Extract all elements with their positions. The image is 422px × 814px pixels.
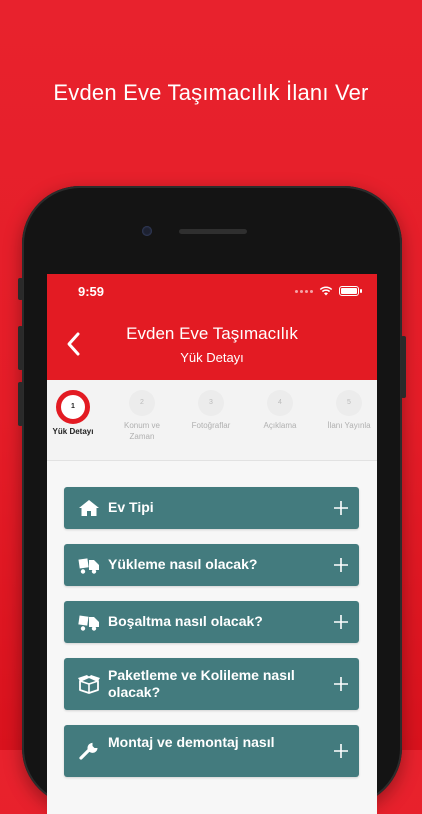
- page-subtitle: Yük Detayı: [180, 350, 244, 365]
- phone-mute-switch: [18, 278, 23, 300]
- step-ilani-yayinla[interactable]: 5 İlanı Yayınla: [315, 390, 377, 431]
- phone-screen: 9:59 Evden Eve Taşımacılık Yük Detayı 1 …: [47, 274, 377, 814]
- status-time: 9:59: [78, 284, 105, 299]
- plus-icon: [334, 501, 348, 515]
- step-number: 3: [198, 390, 224, 416]
- step-number: 1: [56, 390, 90, 424]
- section-yukleme[interactable]: Yükleme nasıl olacak?: [64, 544, 359, 586]
- plus-icon: [334, 744, 348, 758]
- section-label: Boşaltma nasıl olacak?: [108, 613, 263, 629]
- battery-icon: [339, 286, 362, 296]
- wrench-icon: [79, 742, 98, 760]
- status-icons: [295, 286, 362, 296]
- plus-icon: [334, 677, 348, 691]
- page-title: Evden Eve Taşımacılık: [126, 324, 298, 343]
- step-number: 4: [267, 390, 293, 416]
- section-label: Yükleme nasıl olacak?: [108, 556, 258, 572]
- step-label: Açıklama: [263, 421, 297, 430]
- step-label: Konum ve Zaman: [123, 421, 161, 441]
- phone-power-button: [401, 336, 406, 398]
- section-bosaltma[interactable]: Boşaltma nasıl olacak?: [64, 601, 359, 643]
- earpiece-speaker: [179, 229, 247, 234]
- section-label: Montaj ve demontaj nasıl: [108, 734, 275, 750]
- step-aciklama[interactable]: 4 Açıklama: [246, 390, 314, 431]
- plus-icon: [334, 615, 348, 629]
- phone-frame: 9:59 Evden Eve Taşımacılık Yük Detayı 1 …: [18, 186, 406, 814]
- step-yuk-detayi[interactable]: 1 Yük Detayı: [47, 390, 107, 437]
- section-label: Paketleme ve Kolileme nasıl olacak?: [108, 667, 295, 700]
- section-label: Ev Tipi: [108, 499, 154, 515]
- phone-volume-down: [18, 382, 23, 426]
- step-label: Yük Detayı: [52, 427, 94, 436]
- home-icon: [79, 500, 99, 516]
- promo-title: Evden Eve Taşımacılık İlanı Ver: [53, 80, 369, 105]
- app-header: 9:59 Evden Eve Taşımacılık Yük Detayı: [47, 274, 377, 380]
- box-icon: [78, 675, 100, 694]
- progress-stepper: 1 Yük Detayı 2 Konum ve Zaman 3 Fotoğraf…: [47, 380, 377, 461]
- front-camera: [142, 226, 152, 236]
- step-number: 5: [336, 390, 362, 416]
- wifi-icon: [319, 286, 333, 296]
- truck-icon: [78, 615, 99, 631]
- section-ev-tipi[interactable]: Ev Tipi: [64, 487, 359, 529]
- phone-volume-up: [18, 326, 23, 370]
- step-label: Fotoğraflar: [191, 421, 231, 430]
- signal-icon: [295, 289, 313, 293]
- step-fotograflar[interactable]: 3 Fotoğraflar: [177, 390, 245, 431]
- plus-icon: [334, 558, 348, 572]
- section-montaj[interactable]: Montaj ve demontaj nasıl: [64, 725, 359, 777]
- section-paketleme[interactable]: Paketleme ve Kolileme nasıl olacak?: [64, 658, 359, 710]
- form-content: Ev Tipi Yükleme nasıl olacak? Boşaltma n…: [47, 461, 377, 814]
- step-number: 2: [129, 390, 155, 416]
- truck-icon: [78, 558, 99, 574]
- step-konum-ve-zaman[interactable]: 2 Konum ve Zaman: [108, 390, 176, 442]
- step-label: İlanı Yayınla: [327, 421, 371, 430]
